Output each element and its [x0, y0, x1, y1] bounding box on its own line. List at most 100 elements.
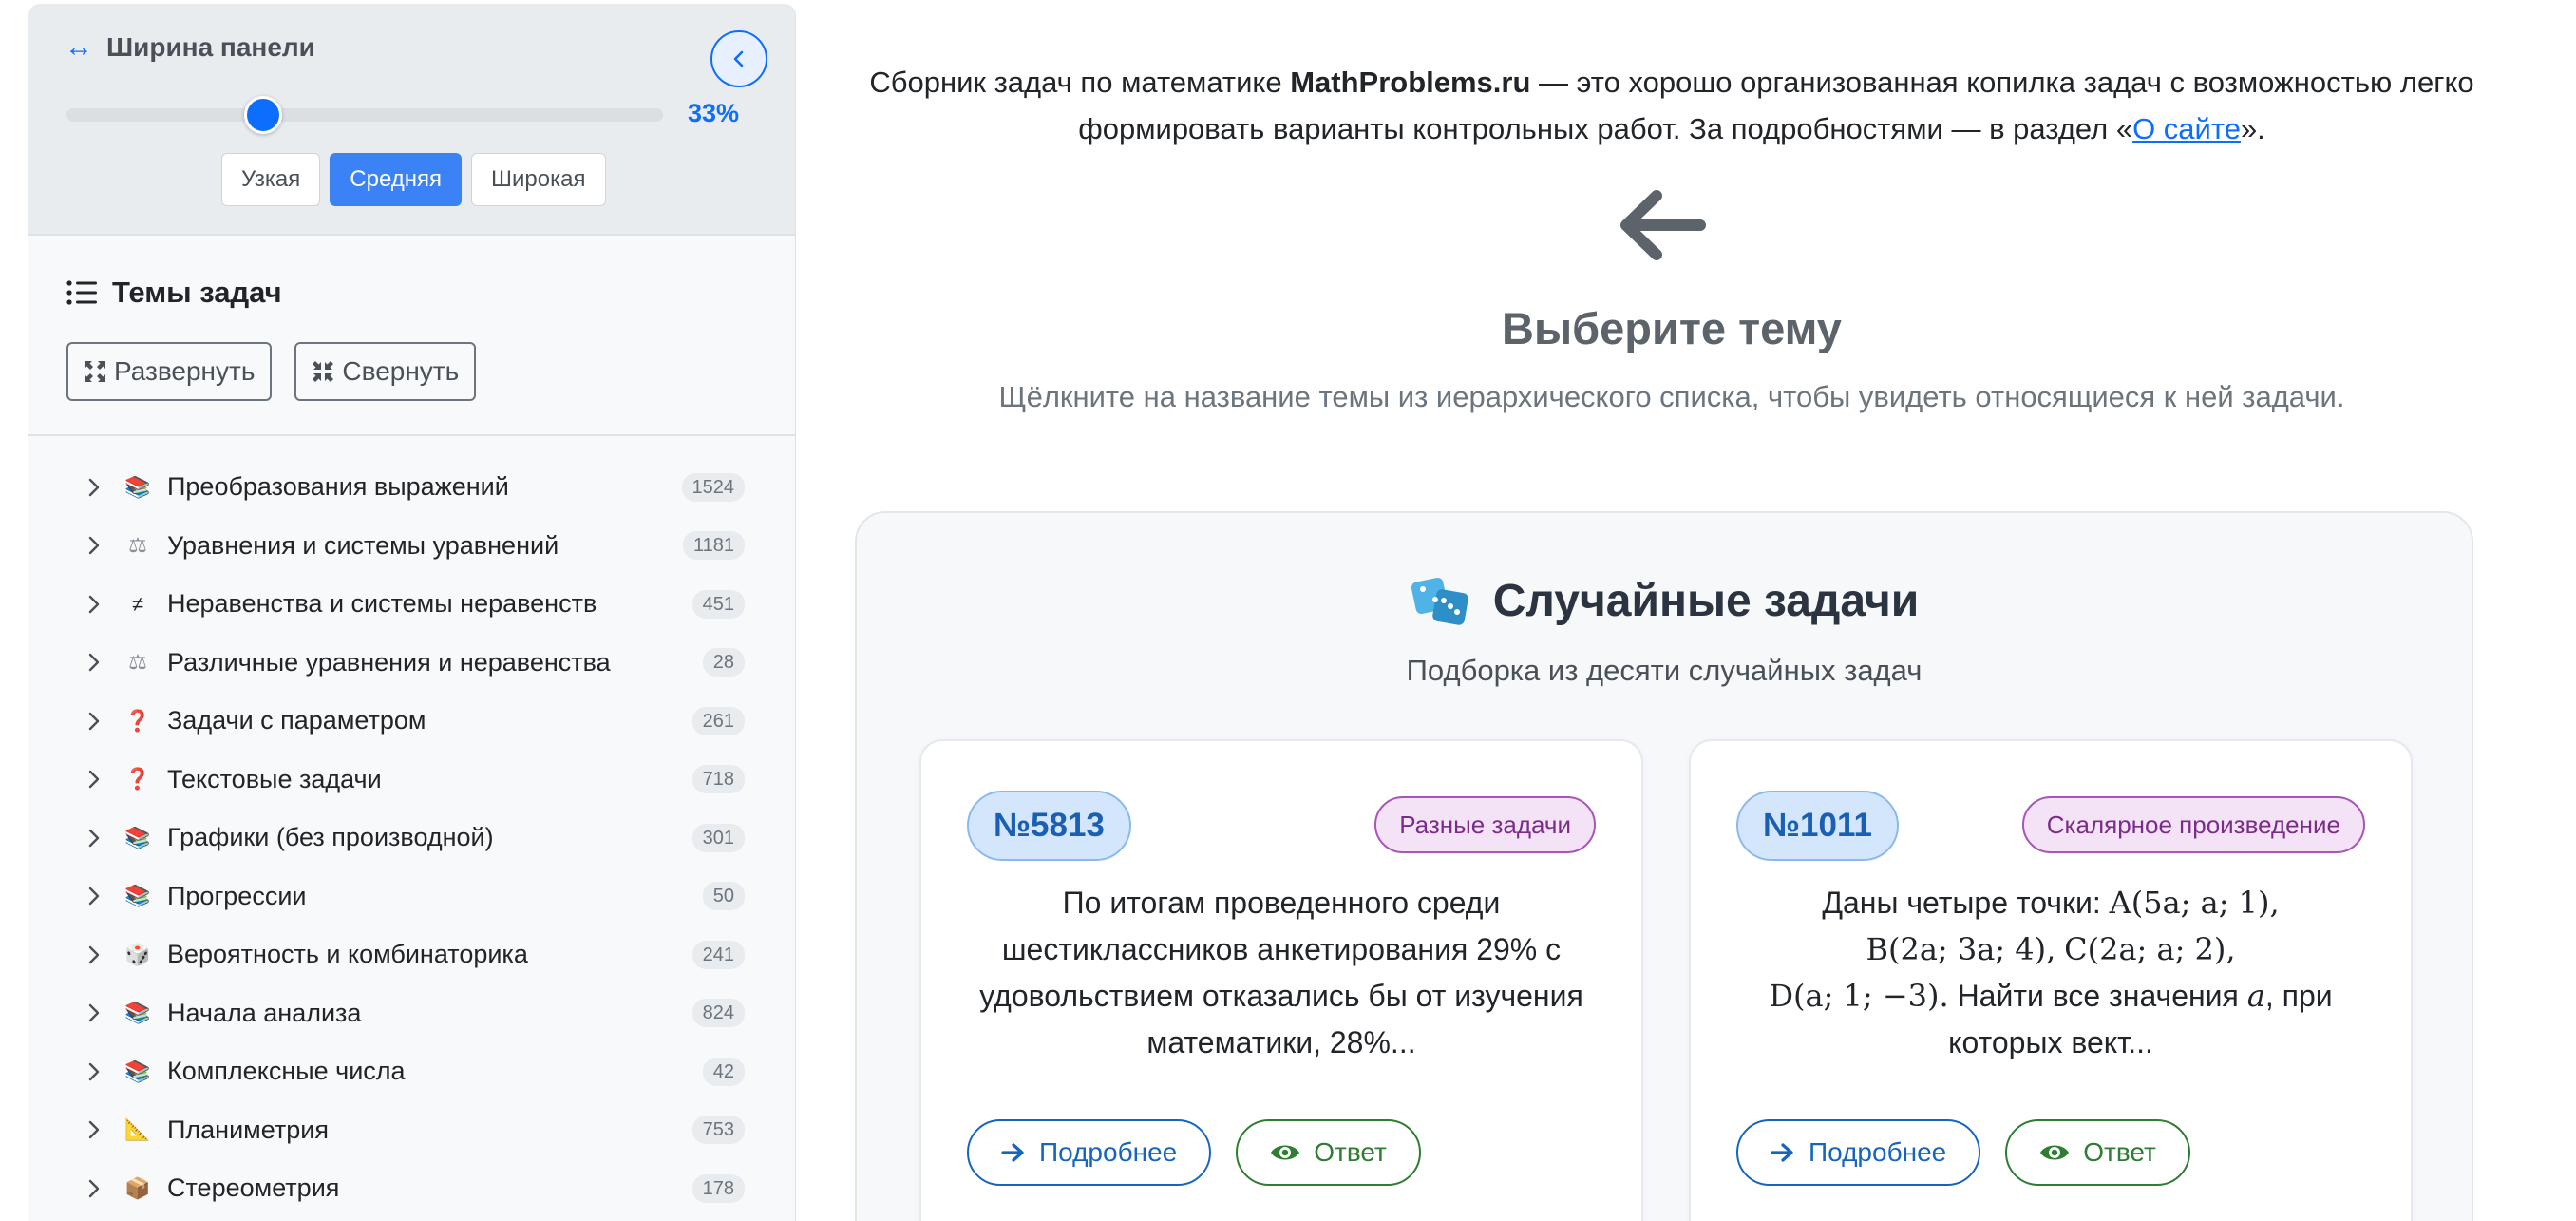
- problem-text: По итогам проведенного среди шестиклассн…: [979, 886, 1583, 1059]
- panel-width-value: 33%: [688, 99, 740, 127]
- collapse-all-button[interactable]: Свернуть: [294, 342, 477, 401]
- chevron-right-icon[interactable]: [87, 944, 101, 965]
- chevron-right-icon[interactable]: [87, 886, 101, 906]
- problem-actions: Подробнее Ответ: [967, 1119, 1421, 1186]
- topic-item[interactable]: 📐 Планиметрия 753: [28, 1101, 795, 1160]
- topic-item[interactable]: 📚 Начала анализа 824: [28, 984, 795, 1043]
- answer-button[interactable]: Ответ: [1236, 1119, 1421, 1186]
- topic-count-badge: 50: [702, 882, 745, 911]
- choose-topic-subtitle: Щёлкните на название темы из иерархическ…: [998, 380, 2345, 413]
- chevron-right-icon[interactable]: [87, 1061, 101, 1082]
- width-wide-button[interactable]: Широкая: [471, 153, 606, 206]
- problem-number-badge[interactable]: №5813: [967, 791, 1131, 861]
- topic-tree: 📚 Преобразования выражений 1524 ⚖ Уравнения …: [28, 458, 795, 1218]
- sidebar: ↔ Ширина панели 33% Узкая Средняя Широка…: [28, 4, 796, 1221]
- intro-text-end: ».: [2240, 112, 2265, 145]
- topic-item[interactable]: ≠ Неравенства и системы неравенств 451: [28, 575, 795, 634]
- problem-card: №1011 Скалярное произведение Даны четыре…: [1689, 739, 2413, 1221]
- chevron-right-icon[interactable]: [87, 477, 101, 498]
- random-problems-title: Случайные задачи: [1492, 575, 1920, 626]
- topic-name: Графики (без производной): [167, 823, 494, 852]
- chevron-right-icon[interactable]: [87, 652, 101, 673]
- chevron-right-icon[interactable]: [87, 711, 101, 732]
- not-equal-icon: ≠: [131, 591, 144, 616]
- chevron-right-icon[interactable]: [87, 1178, 101, 1199]
- topic-item[interactable]: ⚖ Различные уравнения и неравенства 28: [28, 634, 795, 693]
- math-point-d: D(a; 1; −3).: [1769, 978, 1949, 1014]
- panel-width-header: ↔ Ширина панели: [65, 32, 315, 63]
- topic-name: Комплексные числа: [167, 1057, 406, 1086]
- more-button-label: Подробнее: [1809, 1137, 1947, 1167]
- topic-item[interactable]: ❓ Текстовые задачи 718: [28, 751, 795, 810]
- compress-icon: [313, 361, 334, 382]
- problem-card: №5813 Разные задачи По итогам проведенно…: [919, 739, 1643, 1221]
- chevron-left-icon: [733, 50, 744, 67]
- list-icon: [66, 280, 97, 305]
- topic-count-badge: 261: [691, 706, 745, 735]
- topic-count-badge: 753: [691, 1116, 745, 1145]
- math-point-b: B(2a; 3a; 4),: [1866, 931, 2056, 967]
- topic-item[interactable]: ⚖ Уравнения и системы уравнений 1181: [28, 517, 795, 576]
- about-link[interactable]: О сайте: [2132, 112, 2241, 145]
- topic-count-badge: 451: [691, 589, 745, 619]
- topic-count-badge: 824: [691, 999, 745, 1028]
- width-medium-button[interactable]: Средняя: [330, 153, 463, 206]
- panel-width-slider[interactable]: [66, 96, 663, 134]
- width-narrow-button[interactable]: Узкая: [221, 153, 321, 206]
- intro-text-start: Сборник задач по математике: [869, 66, 1291, 99]
- problem-text: Даны четыре точки: A(5a; a; 1), B(2a; 3a;…: [1729, 880, 2373, 1066]
- problem-number-badge[interactable]: №1011: [1736, 791, 1899, 861]
- chevron-right-icon[interactable]: [87, 535, 101, 556]
- topic-name: Начала анализа: [167, 998, 362, 1027]
- arrow-right-icon: [1001, 1143, 1024, 1162]
- chevron-right-icon[interactable]: [87, 594, 101, 615]
- problem-category-badge[interactable]: Разные задачи: [1374, 796, 1596, 853]
- topic-count-badge: 1181: [682, 531, 745, 561]
- topic-name: Неравенства и системы неравенств: [167, 589, 597, 619]
- dice-icon: [1411, 577, 1468, 625]
- chevron-right-icon[interactable]: [87, 828, 101, 849]
- topic-item[interactable]: 📚 Комплексные числа 42: [28, 1042, 795, 1101]
- topic-item[interactable]: 📚 Прогрессии 50: [28, 868, 795, 926]
- topic-item[interactable]: ❓ Задачи с параметром 261: [28, 692, 795, 751]
- collapse-sidebar-button[interactable]: [710, 30, 767, 87]
- choose-topic-title: Выберите тему: [1502, 303, 1842, 353]
- answer-button[interactable]: Ответ: [2005, 1119, 2190, 1186]
- expand-icon: [85, 361, 105, 382]
- slider-thumb[interactable]: [244, 96, 283, 134]
- topic-count-badge: 301: [691, 823, 745, 852]
- more-button[interactable]: Подробнее: [1736, 1119, 1981, 1186]
- expand-all-label: Развернуть: [114, 356, 256, 386]
- more-button-label: Подробнее: [1039, 1137, 1178, 1167]
- scales-icon: ⚖: [128, 650, 147, 675]
- topics-title-row: Темы задач: [66, 276, 282, 310]
- problem-category-badge[interactable]: Скалярное произведение: [2021, 796, 2365, 853]
- problem-text-part: Даны четыре точки:: [1822, 886, 2110, 920]
- random-problems-subtitle: Подборка из десяти случайных задач: [1406, 654, 1923, 687]
- package-icon: 📦: [124, 1175, 151, 1200]
- more-button[interactable]: Подробнее: [967, 1119, 1212, 1186]
- panel-width-title: Ширина панели: [106, 32, 315, 62]
- math-variable: a: [2246, 978, 2265, 1014]
- topic-name: Текстовые задачи: [167, 764, 382, 793]
- random-problems-section: Случайные задачи Подборка из десяти случ…: [855, 511, 2473, 1221]
- arrow-right-icon: [1771, 1143, 1793, 1162]
- brand-name: MathProblems.ru: [1290, 66, 1531, 99]
- arrow-left-icon: [1620, 190, 1706, 260]
- topic-name: Различные уравнения и неравенства: [167, 647, 611, 677]
- chevron-right-icon[interactable]: [87, 769, 101, 790]
- problem-text-part: Найти все значения: [1948, 979, 2247, 1013]
- chevron-right-icon[interactable]: [87, 1002, 101, 1023]
- topic-count-badge: 1524: [681, 472, 745, 502]
- topic-name: Планиметрия: [167, 1115, 329, 1144]
- books-icon: 📚: [124, 1001, 151, 1025]
- chevron-right-icon[interactable]: [87, 1119, 101, 1140]
- topic-item[interactable]: 📚 Преобразования выражений 1524: [28, 458, 795, 517]
- topic-name: Прогрессии: [167, 881, 307, 910]
- topic-count-badge: 718: [691, 765, 745, 794]
- topic-item[interactable]: 📚 Графики (без производной) 301: [28, 809, 795, 868]
- expand-all-button[interactable]: Развернуть: [66, 342, 273, 401]
- topic-item[interactable]: 🎲 Вероятность и комбинаторика 241: [28, 925, 795, 984]
- math-point-a: A(5a; a; 1),: [2109, 885, 2280, 921]
- topic-item[interactable]: 📦 Стереометрия 178: [28, 1159, 795, 1218]
